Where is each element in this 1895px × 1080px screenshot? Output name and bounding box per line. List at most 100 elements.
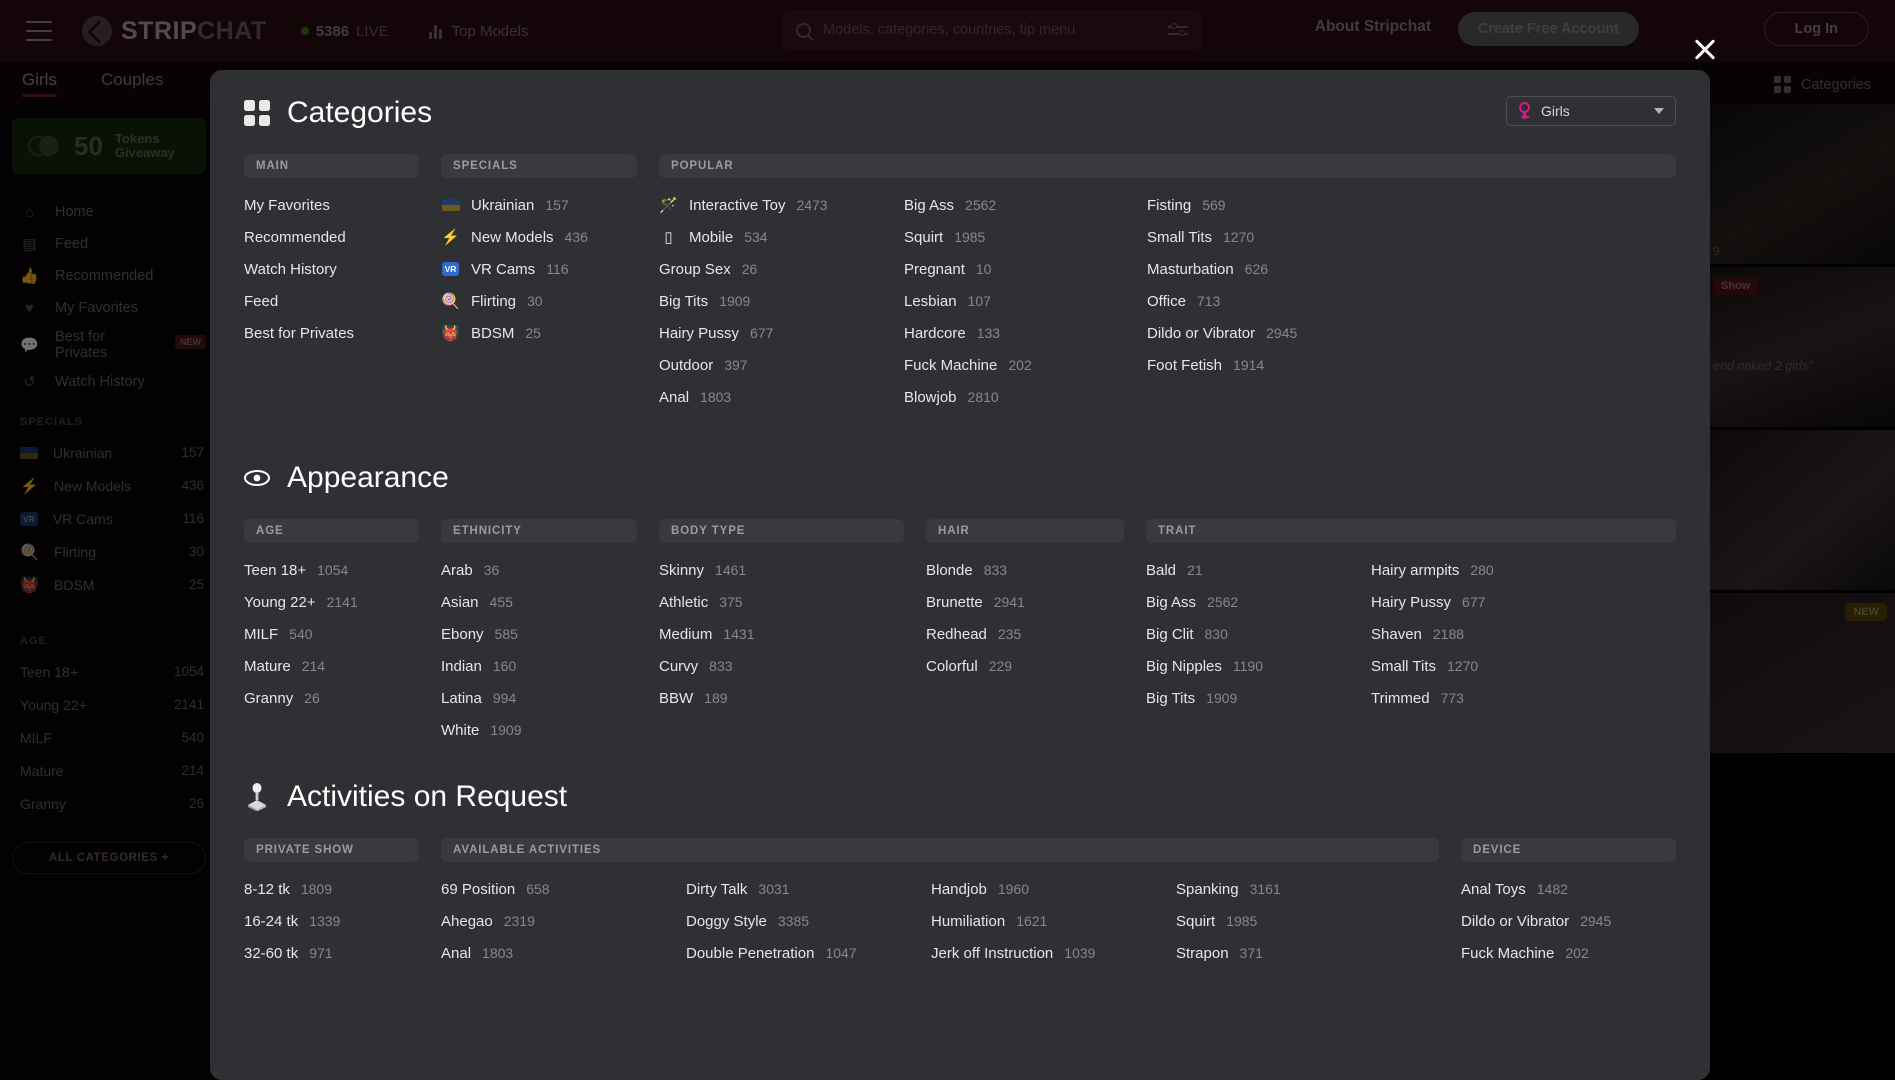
category-label: Squirt [1176, 912, 1216, 930]
category-link[interactable]: Anal 1803 [659, 381, 904, 413]
category-link[interactable]: Medium 1431 [659, 618, 904, 650]
categories-groups: MAIN My Favorites Recommended Watch Hist… [244, 154, 1676, 413]
category-link[interactable]: Small Tits 1270 [1371, 650, 1676, 682]
category-label: Curvy [659, 657, 699, 675]
category-link[interactable]: 16-24 tk 1339 [244, 905, 419, 937]
category-link[interactable]: Granny 26 [244, 682, 419, 714]
category-link[interactable]: Latina 994 [441, 682, 637, 714]
category-count: 2810 [967, 389, 999, 405]
category-link[interactable]: Pregnant 10 [904, 253, 1147, 285]
category-link[interactable]: My Favorites [244, 189, 419, 221]
category-link[interactable]: Ebony 585 [441, 618, 637, 650]
category-label: Double Penetration [686, 944, 815, 962]
category-link[interactable]: Doggy Style 3385 [686, 905, 931, 937]
category-link[interactable]: Anal Toys 1482 [1461, 873, 1676, 905]
category-link[interactable]: Ukrainian 157 [441, 189, 637, 221]
category-link[interactable]: Brunette 2941 [926, 586, 1124, 618]
category-label: Mature [244, 657, 291, 675]
category-count: 3161 [1249, 881, 1281, 897]
category-link[interactable]: Colorful 229 [926, 650, 1124, 682]
category-link[interactable]: Arab 36 [441, 554, 637, 586]
category-link[interactable]: Best for Privates [244, 317, 419, 349]
category-label: Recommended [244, 228, 346, 246]
category-link[interactable]: Strapon 371 [1176, 937, 1439, 969]
category-link[interactable]: Trimmed 773 [1371, 682, 1676, 714]
category-link[interactable]: Shaven 2188 [1371, 618, 1676, 650]
category-link[interactable]: Teen 18+ 1054 [244, 554, 419, 586]
category-count: 36 [483, 562, 500, 578]
category-link[interactable]: Fuck Machine 202 [1461, 937, 1676, 969]
category-label: Hairy armpits [1371, 561, 1460, 579]
category-link[interactable]: Athletic 375 [659, 586, 904, 618]
category-count: 436 [564, 229, 588, 245]
category-link[interactable]: Asian 455 [441, 586, 637, 618]
category-link[interactable]: Dildo or Vibrator 2945 [1147, 317, 1676, 349]
category-link[interactable]: Feed [244, 285, 419, 317]
category-link[interactable]: Watch History [244, 253, 419, 285]
category-link[interactable]: Hairy armpits 280 [1371, 554, 1676, 586]
category-link[interactable]: Bald 21 [1146, 554, 1371, 586]
category-link[interactable]: Skinny 1461 [659, 554, 904, 586]
category-label: Pregnant [904, 260, 965, 278]
category-link[interactable]: Group Sex 26 [659, 253, 904, 285]
lightning-icon: ⚡ [441, 229, 460, 246]
category-link[interactable]: Hairy Pussy 677 [659, 317, 904, 349]
category-link[interactable]: ⚡ New Models 436 [441, 221, 637, 253]
category-link[interactable]: Young 22+ 2141 [244, 586, 419, 618]
category-link[interactable]: Small Tits 1270 [1147, 221, 1676, 253]
category-link[interactable]: 🪄 Interactive Toy 2473 [659, 189, 904, 221]
category-link[interactable]: Hairy Pussy 677 [1371, 586, 1676, 618]
category-link[interactable]: Blowjob 2810 [904, 381, 1147, 413]
category-link[interactable]: 69 Position 658 [441, 873, 686, 905]
category-link[interactable]: Big Tits 1909 [659, 285, 904, 317]
category-link[interactable]: Big Tits 1909 [1146, 682, 1371, 714]
activities-col-4: Spanking 3161 Squirt 1985 Strapon 371 [1176, 873, 1439, 969]
category-link[interactable]: Dirty Talk 3031 [686, 873, 931, 905]
category-link[interactable]: Indian 160 [441, 650, 637, 682]
category-link[interactable]: Big Ass 2562 [904, 189, 1147, 221]
category-link[interactable]: Handjob 1960 [931, 873, 1176, 905]
category-link[interactable]: Big Nipples 1190 [1146, 650, 1371, 682]
category-link[interactable]: Humiliation 1621 [931, 905, 1176, 937]
category-link[interactable]: MILF 540 [244, 618, 419, 650]
page-title: Appearance [287, 461, 449, 494]
category-link[interactable]: 8-12 tk 1809 [244, 873, 419, 905]
category-link[interactable]: Blonde 833 [926, 554, 1124, 586]
category-link[interactable]: 🍭 Flirting 30 [441, 285, 637, 317]
category-link[interactable]: Squirt 1985 [1176, 905, 1439, 937]
category-link[interactable]: Office 713 [1147, 285, 1676, 317]
category-link[interactable]: Mature 214 [244, 650, 419, 682]
group-title: MAIN [244, 154, 419, 178]
category-link[interactable]: 32-60 tk 971 [244, 937, 419, 969]
category-link[interactable]: Redhead 235 [926, 618, 1124, 650]
category-link[interactable]: Masturbation 626 [1147, 253, 1676, 285]
category-link[interactable]: Foot Fetish 1914 [1147, 349, 1676, 381]
category-link[interactable]: Ahegao 2319 [441, 905, 686, 937]
category-link[interactable]: Spanking 3161 [1176, 873, 1439, 905]
gender-selector[interactable]: Girls [1506, 96, 1676, 126]
category-link[interactable]: Big Clit 830 [1146, 618, 1371, 650]
category-count: 280 [1470, 562, 1494, 578]
category-link[interactable]: Lesbian 107 [904, 285, 1147, 317]
category-link[interactable]: Jerk off Instruction 1039 [931, 937, 1176, 969]
category-link[interactable]: BBW 189 [659, 682, 904, 714]
category-link[interactable]: Curvy 833 [659, 650, 904, 682]
category-link[interactable]: Fuck Machine 202 [904, 349, 1147, 381]
category-link[interactable]: Outdoor 397 [659, 349, 904, 381]
category-link[interactable]: Big Ass 2562 [1146, 586, 1371, 618]
category-link[interactable]: Fisting 569 [1147, 189, 1676, 221]
category-link[interactable]: Squirt 1985 [904, 221, 1147, 253]
category-link[interactable]: Double Penetration 1047 [686, 937, 931, 969]
category-link[interactable]: White 1909 [441, 714, 637, 746]
category-link[interactable]: Anal 1803 [441, 937, 686, 969]
category-link[interactable]: Hardcore 133 [904, 317, 1147, 349]
category-link[interactable]: VR VR Cams 116 [441, 253, 637, 285]
category-label: Feed [244, 292, 279, 310]
category-link[interactable]: ▯ Mobile 534 [659, 221, 904, 253]
category-link[interactable]: Recommended [244, 221, 419, 253]
category-link[interactable]: 👹 BDSM 25 [441, 317, 637, 349]
category-link[interactable]: Dildo or Vibrator 2945 [1461, 905, 1676, 937]
close-icon[interactable] [1692, 36, 1718, 62]
category-label: Big Clit [1146, 625, 1194, 643]
category-label: Skinny [659, 561, 705, 579]
